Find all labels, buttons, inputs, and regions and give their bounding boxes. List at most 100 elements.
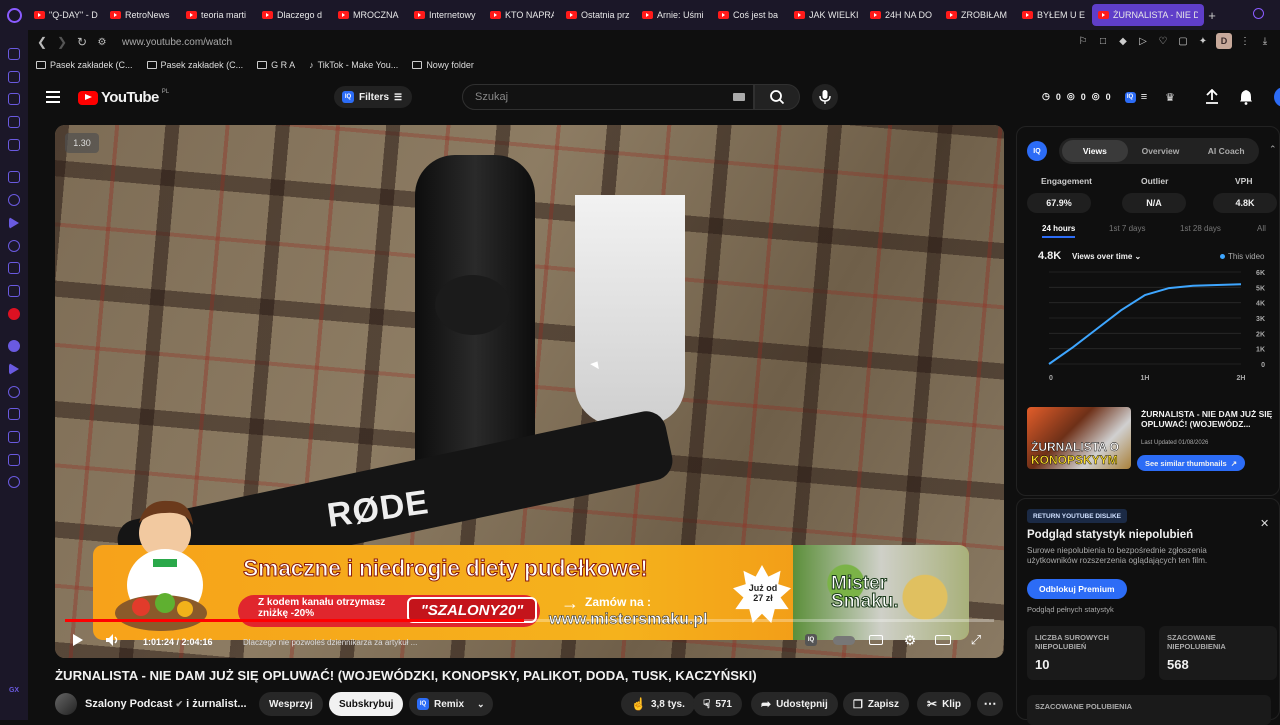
snapshot-icon[interactable]: □ (1096, 34, 1110, 48)
range-all[interactable]: All (1257, 224, 1266, 233)
tab-overview[interactable]: Overview (1128, 146, 1194, 156)
messenger-icon[interactable] (8, 194, 20, 207)
heart-icon[interactable] (8, 385, 20, 398)
tab-views[interactable]: Views (1062, 140, 1128, 162)
video-thumbnail[interactable]: ŻURNALISTA O KONOPSKYYM (1027, 407, 1131, 469)
bookmark-folder[interactable]: Pasek zakładek (C... (146, 60, 243, 70)
tab-item[interactable]: Dlaczego d (256, 4, 332, 26)
tab-search-icon[interactable] (1253, 8, 1264, 19)
discord-icon[interactable] (8, 284, 20, 297)
downloads-icon[interactable]: ⤓ (1258, 34, 1272, 48)
tab-item[interactable]: 24H NA DO (864, 4, 940, 26)
history-icon[interactable] (8, 408, 20, 421)
autoplay-toggle[interactable] (831, 631, 857, 649)
player-icon[interactable] (8, 138, 20, 151)
send-icon[interactable] (9, 362, 19, 375)
list-icon[interactable]: ≡ (1136, 89, 1152, 105)
menu-hamburger-icon[interactable] (46, 91, 60, 106)
play-button[interactable] (69, 631, 87, 649)
back-icon[interactable]: ❮ (32, 32, 52, 52)
gx-control-icon[interactable] (8, 48, 20, 60)
bookmark-folder[interactable]: Nowy folder (412, 60, 474, 70)
channel-avatar[interactable] (55, 693, 77, 715)
account-avatar[interactable] (1274, 87, 1280, 107)
unlock-premium-button[interactable]: Odblokuj Premium (1027, 579, 1127, 599)
youtube-logo[interactable]: YouTube PL (78, 89, 169, 106)
telegram-icon[interactable] (9, 216, 19, 229)
vidiq-player-icon[interactable]: IQ (803, 631, 819, 649)
wallet-icon[interactable]: ▢ (1176, 34, 1190, 48)
tab-item[interactable]: MROCZNA (332, 4, 408, 26)
channel-name[interactable]: Szalony Podcast ✔ i żurnalist... (85, 698, 247, 710)
progress-bar[interactable] (65, 619, 994, 622)
volume-button[interactable] (103, 631, 123, 649)
twitch-icon[interactable] (8, 93, 20, 106)
reload-icon[interactable]: ↻ (72, 32, 92, 52)
extensions-puzzle-icon[interactable]: ✦ (1196, 34, 1210, 48)
settings-gear-icon[interactable]: ⚙ (901, 631, 919, 649)
forward-icon[interactable]: ❯ (52, 32, 72, 52)
profile-avatar[interactable]: D (1216, 33, 1232, 49)
remix-button[interactable]: IQ Remix ⌄ (409, 692, 493, 716)
opera-menu-icon[interactable] (0, 0, 28, 30)
tab-item[interactable]: RetroNews (104, 4, 180, 26)
tab-item[interactable]: "Q-DAY" - D (28, 4, 104, 26)
tab-item[interactable]: JAK WIELKI (788, 4, 864, 26)
tab-item[interactable]: Coś jest ba (712, 4, 788, 26)
clip-button[interactable]: ✂ Klip (917, 692, 971, 716)
search-button[interactable] (754, 84, 800, 110)
range-7d[interactable]: 1st 7 days (1109, 224, 1145, 233)
bookmark-folder[interactable]: G R A (257, 60, 295, 70)
new-tab-button[interactable]: + (1204, 8, 1220, 23)
keyboard-icon[interactable] (733, 93, 745, 101)
dislike-button[interactable]: ☟ 571 (693, 692, 742, 716)
tab-item[interactable]: BYŁEM U E (1016, 4, 1092, 26)
flow-icon[interactable]: ▷ (1136, 34, 1150, 48)
like-button[interactable]: ☝ 3,8 tys. (621, 692, 695, 716)
theater-mode-icon[interactable] (933, 631, 953, 649)
bookmark-icon[interactable]: ⚐ (1076, 34, 1090, 48)
extensions-icon[interactable] (8, 453, 20, 466)
tab-item[interactable]: Internetowy (408, 4, 484, 26)
tab-item-active[interactable]: ŻURNALISTA - NIE DA (1092, 4, 1204, 26)
upload-icon[interactable] (1204, 89, 1220, 105)
gx-cleaner-icon[interactable] (8, 70, 20, 83)
vidiq-logo-icon[interactable]: IQ (1027, 141, 1047, 161)
notifications-bell-icon[interactable] (1238, 89, 1254, 105)
adblock-shield-icon[interactable]: ◆ (1116, 34, 1130, 48)
chapter-title[interactable]: Dlaczego nie pozwoleś dziennikarza za ar… (243, 633, 417, 651)
close-icon[interactable]: ✕ (1260, 517, 1269, 530)
video-player[interactable]: RØDE 1.30 Smaczne i niedrogie diety pude… (55, 125, 1004, 658)
tab-item[interactable]: Ostatnia prz (560, 4, 636, 26)
extension-counters[interactable]: ◷ 0 ◎ 0 ◎ 0 (1042, 91, 1111, 102)
url-field[interactable]: www.youtube.com/watch (122, 37, 232, 48)
tab-ai-coach[interactable]: AI Coach (1193, 146, 1259, 156)
more-actions-button[interactable]: ⋯ (977, 692, 1003, 716)
subtitles-icon[interactable] (867, 631, 885, 649)
x-icon[interactable] (8, 262, 20, 275)
extension-red-icon[interactable] (8, 307, 20, 320)
subscribe-button[interactable]: Subskrybuj (329, 692, 404, 716)
tab-item[interactable]: KTO NAPRA (484, 4, 560, 26)
settings-icon[interactable] (8, 476, 20, 489)
favorites-heart-icon[interactable]: ♡ (1156, 34, 1170, 48)
menu-dots-icon[interactable]: ⋮ (1238, 34, 1252, 48)
bookmark-link[interactable]: ♪ TikTok - Make You... (309, 60, 398, 70)
share-button[interactable]: ➦ Udostępnij (751, 692, 838, 716)
join-button[interactable]: Wesprzyj (259, 692, 323, 716)
voice-search-button[interactable] (812, 84, 838, 110)
bookmark-folder[interactable]: Pasek zakładek (C... (36, 60, 133, 70)
tab-item[interactable]: Arnie: Uśmi (636, 4, 712, 26)
filters-button[interactable]: IQ Filters ☰ (334, 86, 413, 108)
save-button[interactable]: ❐ Zapisz (843, 692, 909, 716)
tab-item[interactable]: teoria marti (180, 4, 256, 26)
news-icon[interactable] (8, 116, 20, 129)
tab-item[interactable]: ZROBIŁAM (940, 4, 1016, 26)
search-input[interactable]: Szukaj (462, 84, 754, 110)
collapse-chevron-icon[interactable]: ⌃ (1269, 144, 1277, 155)
see-similar-thumbnails-button[interactable]: See similar thumbnails ↗ (1137, 455, 1245, 471)
site-info-icon[interactable]: ⚙ (92, 32, 112, 52)
fullscreen-icon[interactable]: ⤢ (967, 631, 985, 649)
music-icon[interactable] (8, 340, 20, 353)
instagram-icon[interactable] (8, 239, 20, 252)
